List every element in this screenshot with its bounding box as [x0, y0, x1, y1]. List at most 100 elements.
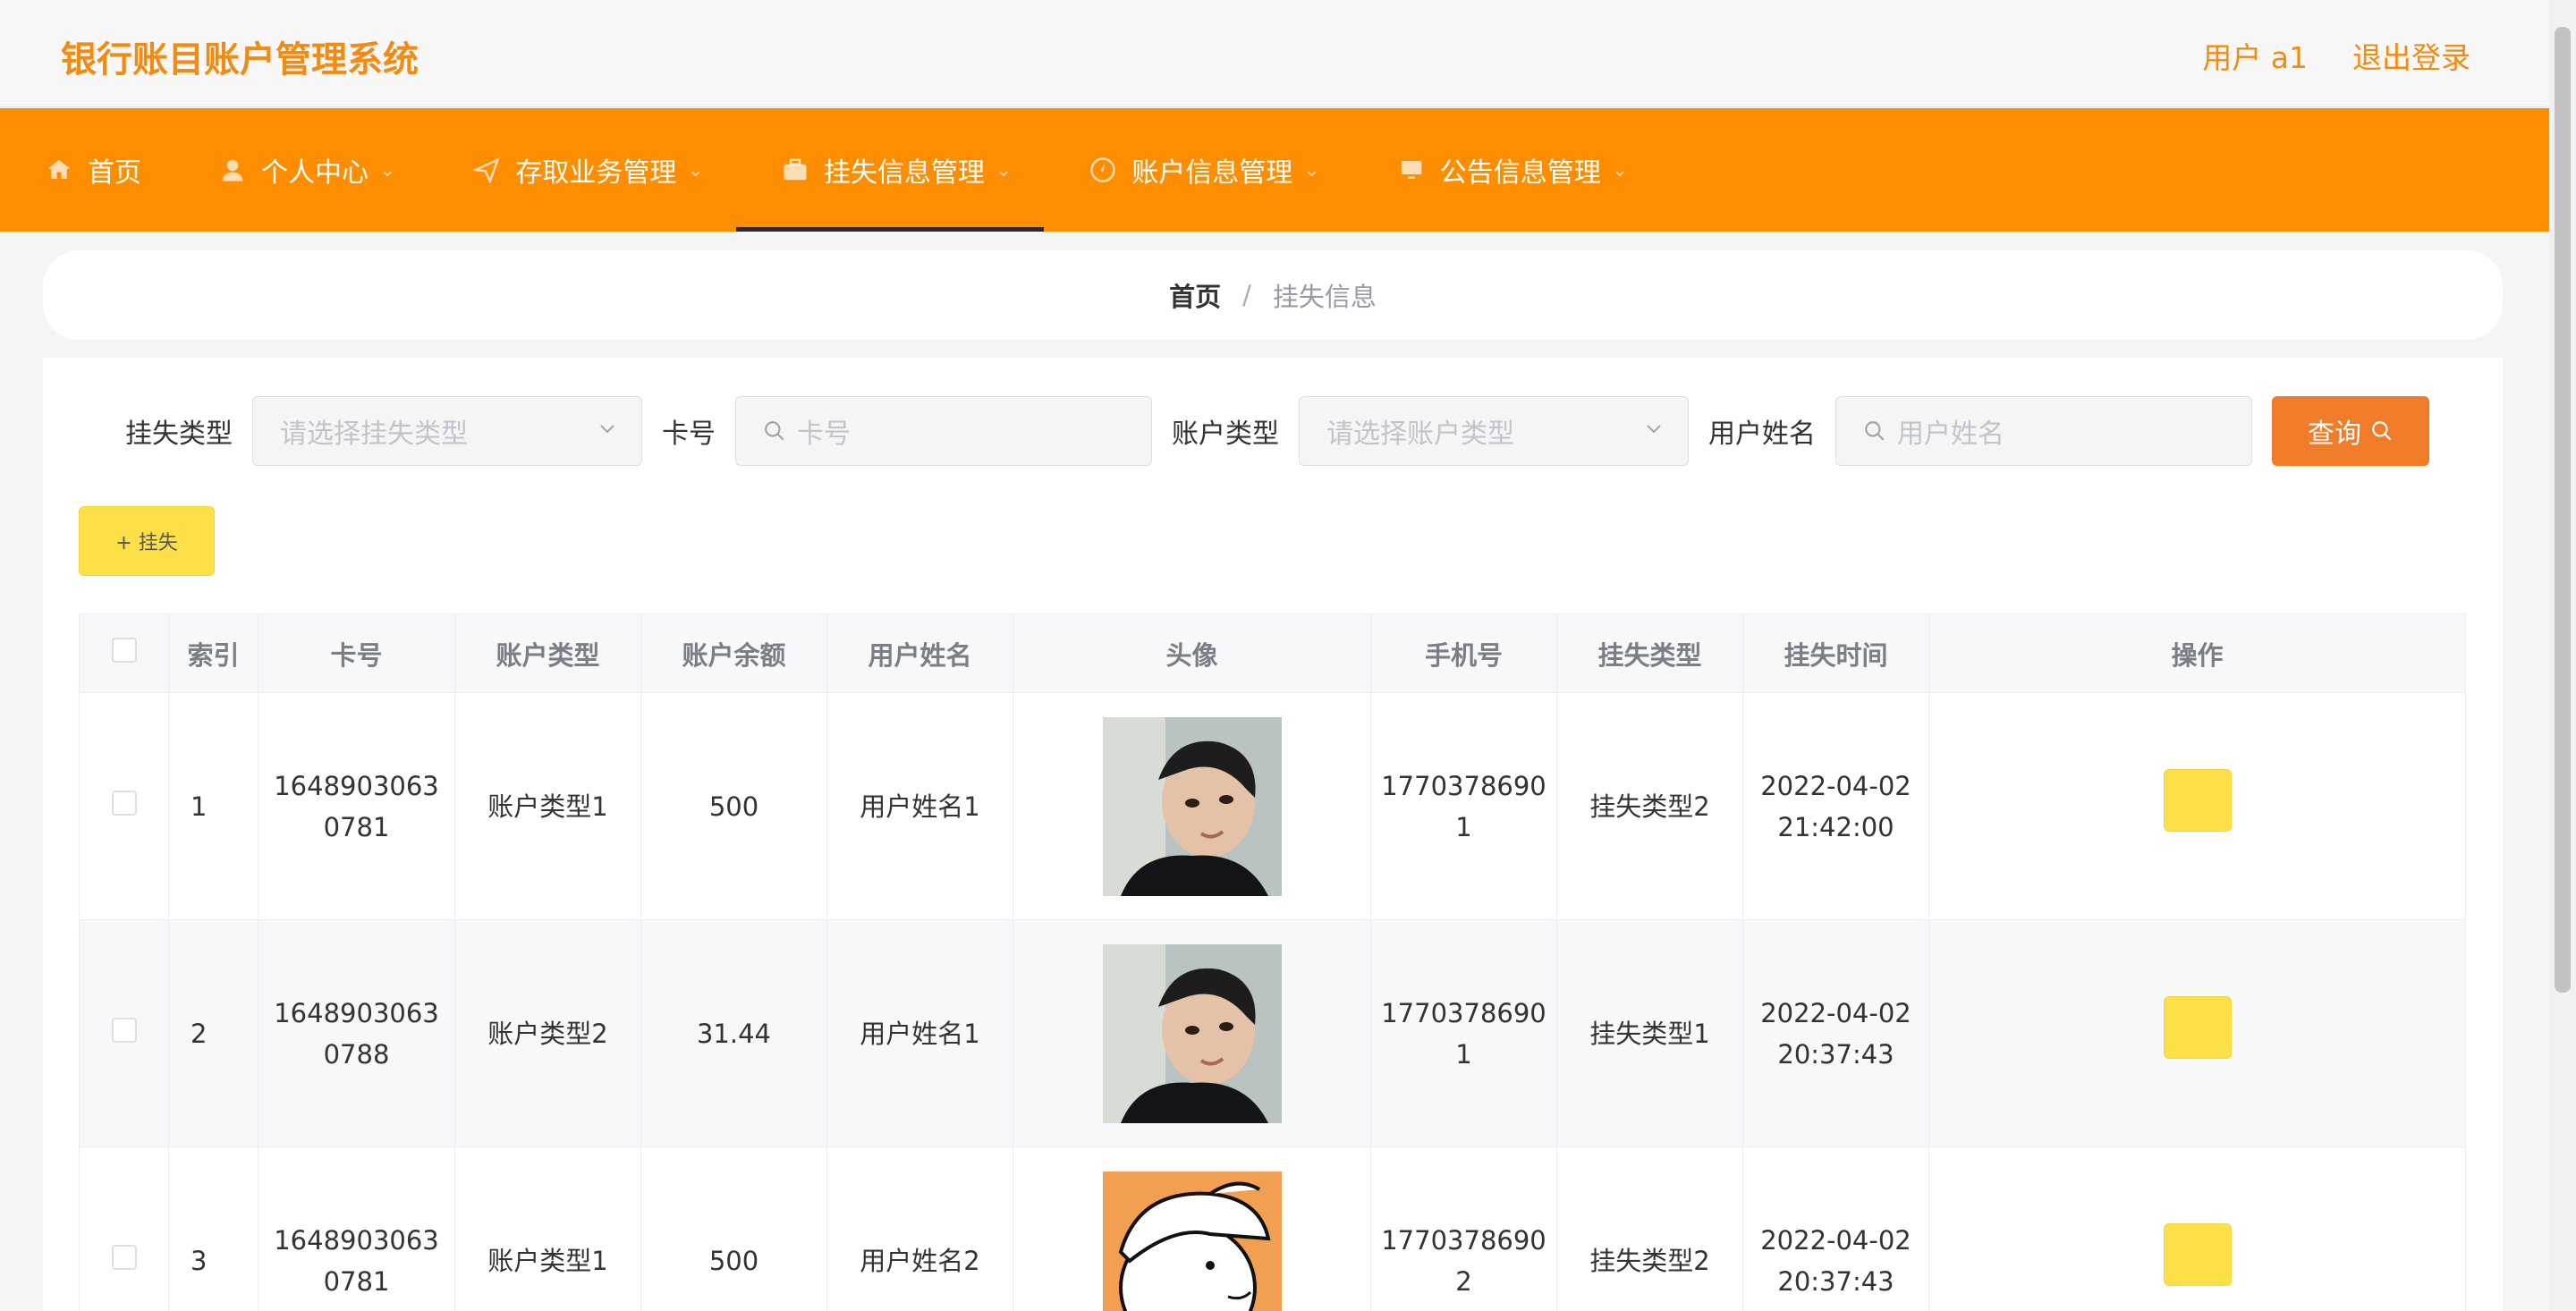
actions-cell — [1928, 1146, 2466, 1311]
breadcrumb-home[interactable]: 首页 — [1169, 276, 1221, 314]
column-header[interactable]: 用户姓名 — [826, 613, 1013, 693]
avatar[interactable] — [1102, 943, 1282, 1123]
column-header[interactable]: 头像 — [1013, 613, 1371, 693]
row-checkbox[interactable] — [111, 1244, 137, 1270]
column-header[interactable]: 挂失类型 — [1556, 613, 1743, 693]
add-loss-report-button[interactable]: + 挂失 — [79, 506, 215, 576]
column-header[interactable]: 挂失时间 — [1742, 613, 1929, 693]
account-type-placeholder: 请选择账户类型 — [1326, 419, 1514, 450]
detail-button[interactable] — [2163, 996, 2232, 1059]
row-select-cell — [79, 919, 169, 1147]
loss-type-placeholder: 请选择挂失类型 — [280, 419, 468, 450]
query-button[interactable]: 查询 — [2272, 396, 2429, 466]
phone-line: 1770378690 — [1381, 770, 1546, 801]
breadcrumb-current: 挂失信息 — [1272, 282, 1377, 312]
column-header[interactable]: 账户类型 — [454, 613, 641, 693]
scrollbar-thumb[interactable] — [2555, 27, 2571, 993]
nav-item-label: 公告信息管理 — [1439, 157, 1601, 189]
nav-item-deposit-withdraw[interactable]: 存取业务管理 ⌄ — [428, 108, 735, 232]
index-cell: 2 — [168, 919, 258, 1147]
nav-item-announcements[interactable]: 公告信息管理 ⌄ — [1352, 108, 1660, 232]
chevron-down-icon: ⌄ — [1611, 158, 1629, 182]
main-navbar: 首页 个人中心 ⌄ 存取业务管理 ⌄ 挂失信息管理 ⌄ 账户信息管理 ⌄ 公告信… — [0, 108, 2549, 232]
page-scrollbar[interactable] — [2549, 0, 2576, 1311]
breadcrumb: 首页 / 挂失信息 — [43, 250, 2503, 340]
index-cell: 1 — [168, 692, 258, 920]
monitor-icon — [1395, 154, 1428, 186]
time-line: 2022-04-02 — [1760, 770, 1911, 801]
nav-item-home[interactable]: 首页 — [0, 108, 174, 232]
avatar[interactable] — [1102, 1171, 1282, 1311]
main-panel: 挂失类型 请选择挂失类型 卡号 卡号 账户类型 请选择账户类型 用户姓名 用户姓… — [43, 358, 2503, 1311]
loss-type-cell: 挂失类型2 — [1556, 1146, 1743, 1311]
chevron-down-icon: ⌄ — [1303, 158, 1320, 182]
card-no-input[interactable]: 卡号 — [735, 396, 1152, 466]
table-row[interactable]: 3 1648903063 0781 账户类型1 500 用户姓名2 177037… — [79, 1146, 2466, 1311]
nav-item-personal-center[interactable]: 个人中心 ⌄ — [174, 108, 428, 232]
phone-cell: 1770378690 2 — [1370, 1146, 1557, 1311]
card-no-line: 0788 — [323, 1038, 390, 1070]
phone-cell: 1770378690 1 — [1370, 692, 1557, 920]
logout-link[interactable]: 退出登录 — [2352, 34, 2470, 77]
loss-type-cell: 挂失类型2 — [1556, 692, 1743, 920]
nav-item-account-info[interactable]: 账户信息管理 ⌄ — [1044, 108, 1352, 232]
table-row[interactable]: 2 1648903063 0788 账户类型2 31.44 用户姓名1 1770… — [79, 919, 2466, 1147]
search-icon — [763, 419, 786, 443]
time-line: 2022-04-02 — [1760, 1224, 1911, 1256]
home-icon — [43, 154, 75, 186]
column-header[interactable]: 索引 — [168, 613, 258, 693]
card-no-line: 1648903063 — [274, 1224, 439, 1256]
phone-line: 1770378690 — [1381, 997, 1546, 1028]
loss-type-cell: 挂失类型1 — [1556, 919, 1743, 1147]
account-type-cell: 账户类型1 — [454, 692, 641, 920]
table-header-row: 索引 卡号 账户类型 账户余额 用户姓名 头像 手机号 挂失类型 挂失时间 操作 — [79, 613, 2466, 693]
column-header[interactable]: 手机号 — [1370, 613, 1557, 693]
detail-button[interactable] — [2163, 769, 2232, 832]
card-no-line: 1648903063 — [274, 770, 439, 801]
loss-time-cell: 2022-04-02 20:37:43 — [1742, 919, 1929, 1147]
loss-type-select[interactable]: 请选择挂失类型 — [252, 396, 642, 466]
user-name-input[interactable]: 用户姓名 — [1835, 396, 2252, 466]
actions-cell — [1928, 692, 2466, 920]
current-user-label[interactable]: 用户 a1 — [2202, 34, 2308, 77]
search-icon — [1863, 419, 1886, 443]
avatar[interactable] — [1102, 716, 1282, 896]
send-icon — [470, 154, 503, 186]
loss-time-cell: 2022-04-02 20:37:43 — [1742, 1146, 1929, 1311]
select-all-header — [79, 613, 169, 693]
detail-button[interactable] — [2163, 1223, 2232, 1286]
avatar-cell — [1013, 692, 1371, 920]
avatar-cell — [1013, 1146, 1371, 1311]
card-no-label: 卡号 — [662, 419, 716, 450]
user-name-label: 用户姓名 — [1708, 419, 1816, 450]
account-type-cell: 账户类型1 — [454, 1146, 641, 1311]
nav-item-label: 个人中心 — [261, 157, 369, 189]
phone-line: 1 — [1455, 811, 1472, 842]
loss-time-cell: 2022-04-02 21:42:00 — [1742, 692, 1929, 920]
chevron-down-icon — [597, 415, 618, 449]
row-checkbox[interactable] — [111, 790, 137, 816]
table-row[interactable]: 1 1648903063 0781 账户类型1 500 用户姓名1 177037… — [79, 692, 2466, 920]
time-line: 20:37:43 — [1777, 1038, 1894, 1070]
row-checkbox[interactable] — [111, 1017, 137, 1043]
user-name-cell: 用户姓名1 — [826, 919, 1013, 1147]
query-label: 查询 — [2308, 419, 2361, 449]
time-line: 20:37:43 — [1777, 1265, 1894, 1297]
column-header[interactable]: 账户余额 — [640, 613, 827, 693]
column-header: 操作 — [1928, 613, 2466, 693]
actions-cell — [1928, 919, 2466, 1147]
account-type-label: 账户类型 — [1172, 419, 1279, 450]
user-name-cell: 用户姓名2 — [826, 1146, 1013, 1311]
nav-item-label: 账户信息管理 — [1131, 157, 1293, 189]
account-type-select[interactable]: 请选择账户类型 — [1299, 396, 1689, 466]
column-header[interactable]: 卡号 — [258, 613, 455, 693]
user-name-placeholder: 用户姓名 — [1897, 419, 2004, 450]
nav-item-loss-report[interactable]: 挂失信息管理 ⌄ — [735, 108, 1045, 232]
nav-item-label: 首页 — [88, 157, 141, 189]
card-no-line: 1648903063 — [274, 997, 439, 1028]
card-no-line: 0781 — [323, 811, 390, 842]
select-all-checkbox[interactable] — [111, 638, 137, 663]
time-line: 2022-04-02 — [1760, 997, 1911, 1028]
time-line: 21:42:00 — [1777, 811, 1894, 842]
app-title: 银行账目账户管理系统 — [61, 39, 419, 80]
